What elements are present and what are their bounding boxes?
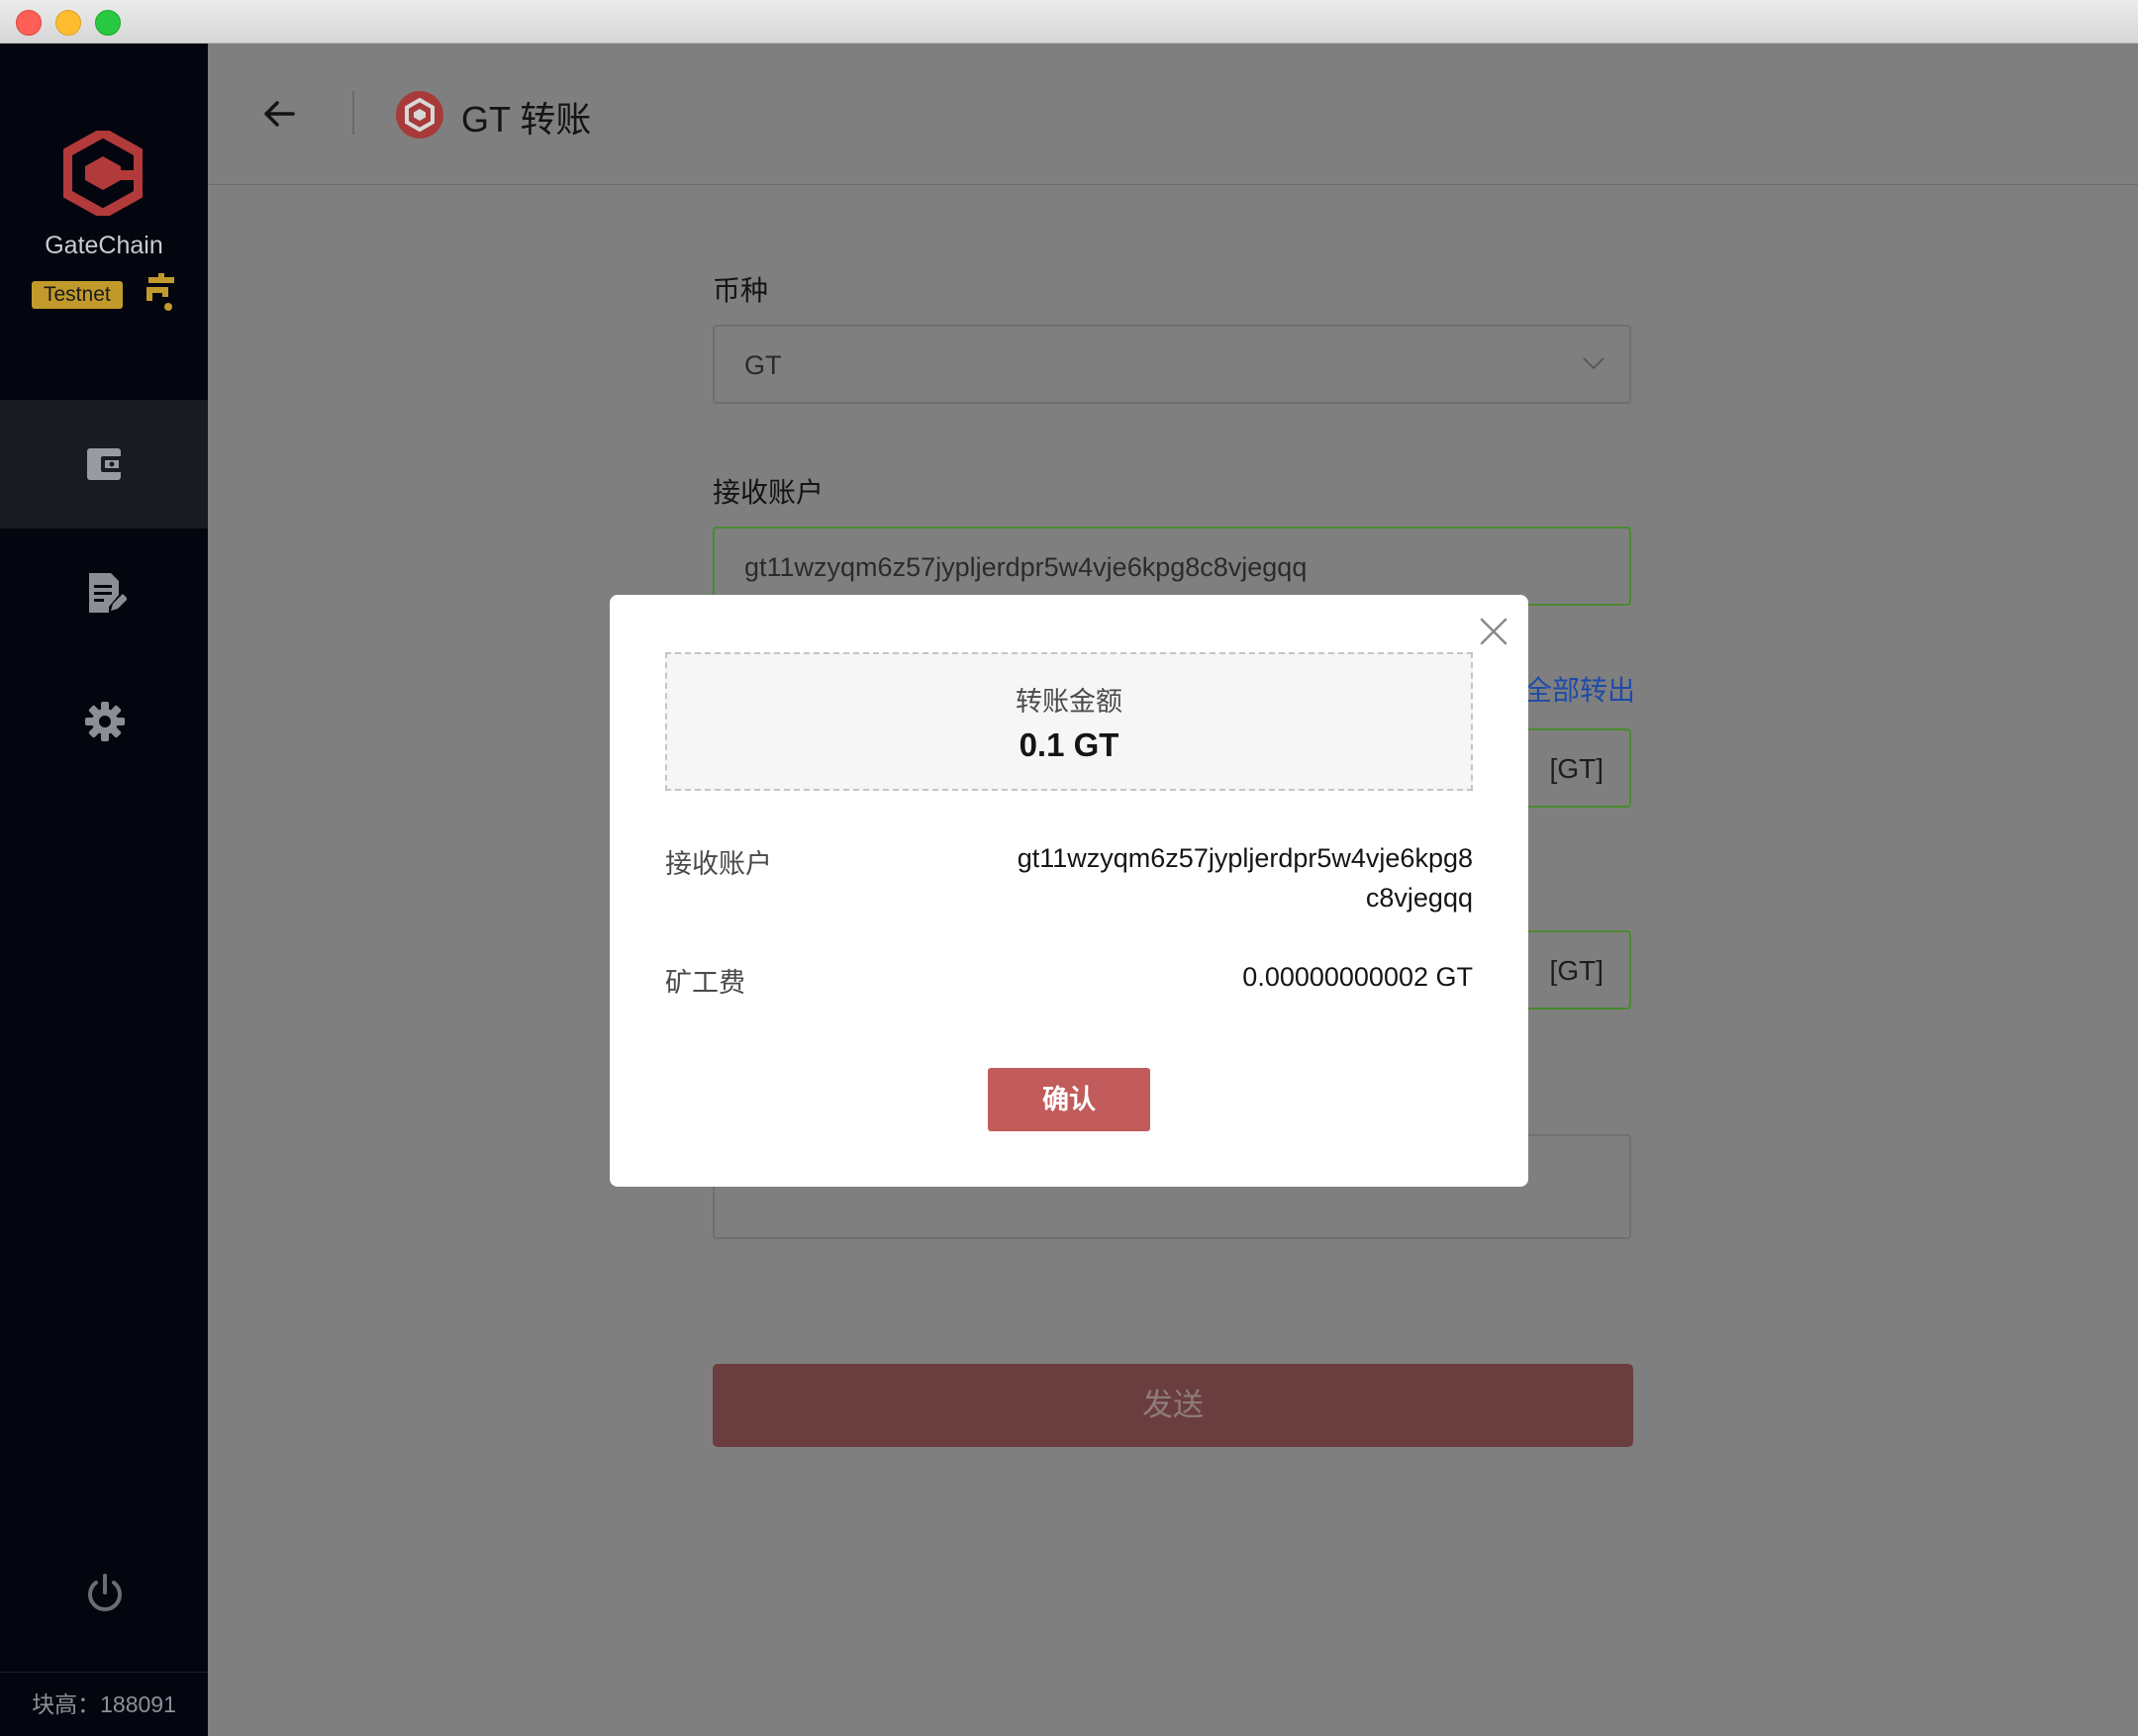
- window-titlebar: [0, 0, 2138, 44]
- nav-settings[interactable]: [0, 657, 208, 786]
- gt-token-icon: [396, 91, 443, 139]
- amount-unit: [GT]: [1549, 753, 1604, 784]
- header-divider: [352, 91, 354, 135]
- zoom-window-button[interactable]: [95, 10, 121, 36]
- gatechain-logo-icon: [63, 131, 143, 216]
- send-button[interactable]: 发送: [713, 1364, 1633, 1447]
- page-title: GT 转账: [461, 99, 592, 140]
- recipient-input[interactable]: gt11wzyqm6z57jypljerdpr5w4vje6kpg8c8vjeg…: [713, 527, 1631, 606]
- modal-recipient-label: 接收账户: [665, 849, 772, 879]
- brand-name: GateChain: [45, 232, 163, 259]
- recipient-label: 接收账户: [713, 477, 825, 508]
- confirm-button[interactable]: 确认: [988, 1068, 1150, 1131]
- close-icon[interactable]: [1479, 617, 1508, 646]
- document-edit-icon: [89, 573, 127, 613]
- modal-recipient-line-2: c8vjegqq: [1365, 883, 1473, 913]
- transfer-all-link[interactable]: 全部转出: [1524, 669, 1635, 709]
- currency-label: 币种: [713, 275, 769, 306]
- modal-recipient-line-1: gt11wzyqm6z57jypljerdpr5w4vje6kpg8: [1017, 843, 1473, 873]
- transfer-amount-label: 转账金额: [1016, 687, 1122, 717]
- wallet-icon: [87, 448, 123, 480]
- back-arrow-icon[interactable]: [261, 96, 297, 132]
- sidebar: GateChain Testnet 块高：188091: [0, 44, 208, 1736]
- transfer-amount-value: 0.1 GT: [1019, 726, 1119, 763]
- currency-select-value: GT: [744, 350, 782, 380]
- gear-icon: [85, 702, 125, 741]
- network-badge: Testnet: [32, 281, 123, 309]
- recipient-input-value: gt11wzyqm6z57jypljerdpr5w4vje6kpg8c8vjeg…: [744, 552, 1308, 582]
- modal-fee-value: 0.00000000002 GT: [1242, 962, 1473, 992]
- modal-recipient-value: gt11wzyqm6z57jypljerdpr5w4vje6kpg8 c8vje…: [1018, 838, 1473, 917]
- modal-fee-label: 矿工费: [665, 968, 745, 998]
- chevron-down-icon: [1583, 357, 1604, 370]
- power-icon[interactable]: [83, 1572, 127, 1615]
- minimize-window-button[interactable]: [55, 10, 81, 36]
- nav-wallet[interactable]: [0, 400, 208, 529]
- transfer-amount-box: 转账金额 0.1 GT: [665, 652, 1473, 791]
- confirm-transfer-modal: 转账金额 0.1 GT 接收账户 gt11wzyqm6z57jypljerdpr…: [610, 595, 1528, 1187]
- nav-records[interactable]: [0, 529, 208, 657]
- close-window-button[interactable]: [16, 10, 42, 36]
- fee-unit: [GT]: [1549, 955, 1604, 986]
- block-height: 块高：188091: [0, 1672, 208, 1736]
- page-header: GT 转账: [208, 44, 2138, 185]
- currency-select[interactable]: GT: [713, 325, 1631, 404]
- faucet-icon[interactable]: [145, 273, 178, 315]
